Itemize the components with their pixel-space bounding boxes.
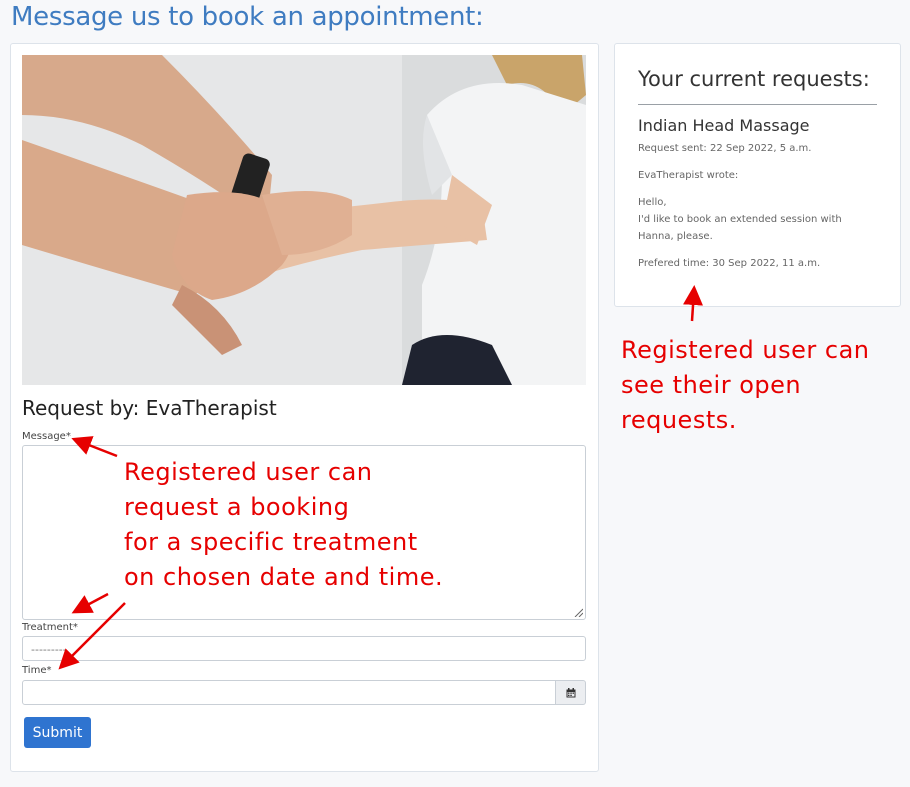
time-label: Time* xyxy=(22,665,52,676)
calendar-button[interactable] xyxy=(556,680,586,705)
annotation-line: see their open xyxy=(621,371,802,399)
booking-form-card: Request by: EvaTherapist Message* Treatm… xyxy=(10,43,599,772)
submit-button[interactable]: Submit xyxy=(24,717,91,748)
current-requests-card: Your current requests: Indian Head Massa… xyxy=(614,43,901,307)
annotation-line: Registered user can xyxy=(124,458,373,486)
annotation-line: Registered user can xyxy=(621,336,870,364)
annotation-line: on chosen date and time. xyxy=(124,563,444,591)
resize-grip-icon[interactable] xyxy=(573,607,583,617)
request-by-heading: Request by: EvaTherapist xyxy=(22,396,277,420)
annotation-line: request a booking xyxy=(124,493,350,521)
treatment-label: Treatment* xyxy=(22,622,78,633)
annotation-line: requests. xyxy=(621,406,737,434)
time-input[interactable] xyxy=(22,680,556,705)
request-message-line: I'd like to book an extended session wit… xyxy=(638,214,842,225)
annotation-line: for a specific treatment xyxy=(124,528,418,556)
request-message-line: Hello, xyxy=(638,197,667,208)
request-treatment: Indian Head Massage xyxy=(638,116,810,135)
requests-title: Your current requests: xyxy=(638,67,870,91)
request-preferred-time: Prefered time: 30 Sep 2022, 11 a.m. xyxy=(638,258,821,269)
requests-divider xyxy=(638,104,877,105)
request-author: EvaTherapist wrote: xyxy=(638,170,739,181)
request-message-line: Hanna, please. xyxy=(638,231,713,242)
calendar-icon xyxy=(566,687,575,697)
request-sent-date: Request sent: 22 Sep 2022, 5 a.m. xyxy=(638,143,812,154)
treatment-select[interactable]: --------- xyxy=(22,636,586,661)
annotation-booking-note: Registered user can request a booking fo… xyxy=(124,455,443,595)
annotation-requests-note: Registered user can see their open reque… xyxy=(621,333,870,438)
hands-photo xyxy=(22,55,586,385)
page-title: Message us to book an appointment: xyxy=(11,2,484,32)
message-label: Message* xyxy=(22,431,71,442)
